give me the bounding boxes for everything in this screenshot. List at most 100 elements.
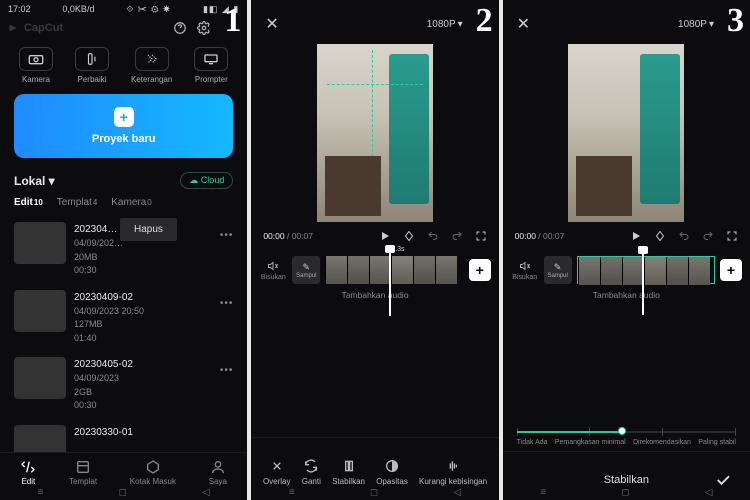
projects-header: Lokal ▾ ☁ Cloud bbox=[0, 172, 247, 197]
status-time: 17:02 bbox=[8, 4, 31, 15]
preview-area bbox=[503, 40, 750, 228]
clip-track[interactable] bbox=[577, 256, 715, 284]
clip-frame[interactable] bbox=[435, 256, 457, 284]
clip-frame[interactable] bbox=[369, 256, 391, 284]
video-preview[interactable] bbox=[317, 44, 433, 222]
local-label[interactable]: Lokal ▾ bbox=[14, 174, 55, 188]
editor-header: ✕ 1080P ▾ bbox=[251, 0, 498, 40]
redo-icon[interactable] bbox=[702, 230, 714, 242]
nav-edit[interactable]: Edit bbox=[20, 459, 36, 486]
more-icon[interactable]: ••• bbox=[220, 298, 234, 309]
slider-knob[interactable] bbox=[618, 427, 626, 435]
timeline: Bisukan ✎ Sampul 5.3s + Tambahkan audio bbox=[251, 250, 498, 316]
clip-frame[interactable] bbox=[666, 257, 688, 285]
more-icon[interactable]: ••• bbox=[220, 230, 234, 241]
tab-camera[interactable]: Kamera0 bbox=[111, 197, 151, 208]
android-nav: ≡◻◁ bbox=[503, 487, 750, 498]
keyframe-icon[interactable] bbox=[654, 230, 666, 242]
status-icons: ⟐ ✂ ⚙ ☀ bbox=[126, 4, 171, 15]
action-stabilize[interactable]: Stabilkan bbox=[332, 458, 365, 486]
tab-template[interactable]: Templat4 bbox=[57, 197, 97, 208]
clip-frame[interactable] bbox=[413, 256, 435, 284]
play-icon[interactable] bbox=[630, 230, 642, 242]
redo-icon[interactable] bbox=[451, 230, 463, 242]
tool-caption[interactable]: Keterangan bbox=[131, 47, 172, 84]
add-clip-button[interactable]: + bbox=[720, 259, 742, 281]
slider-labels: Tidak Ada Pemangkasan minimal Direkomend… bbox=[517, 439, 736, 446]
nav-inbox[interactable]: Kotak Masuk bbox=[130, 459, 176, 486]
time-display: 00:00 / 00:07 bbox=[263, 231, 313, 241]
help-icon[interactable] bbox=[173, 21, 187, 35]
cloud-button[interactable]: ☁ Cloud bbox=[180, 172, 233, 189]
tool-prompter[interactable]: Prompter bbox=[194, 47, 228, 84]
keyframe-icon[interactable] bbox=[403, 230, 415, 242]
clip-frame[interactable] bbox=[325, 256, 347, 284]
fullscreen-icon[interactable] bbox=[726, 230, 738, 242]
editor-screen: 2 ✕ 1080P ▾ 00:00 / 00:07 Bisukan ✎ Samp… bbox=[251, 0, 498, 500]
project-item[interactable]: 202304… 04/09/202… 20MB 00:30 Hapus ••• bbox=[10, 216, 237, 284]
action-denoise[interactable]: Kurangi kebisingan bbox=[419, 458, 487, 486]
time-display: 00:00 / 00:07 bbox=[515, 231, 565, 241]
fullscreen-icon[interactable] bbox=[475, 230, 487, 242]
clip-frame[interactable] bbox=[391, 256, 413, 284]
clip-frame[interactable] bbox=[347, 256, 369, 284]
guide-line bbox=[372, 50, 373, 216]
delete-popup[interactable]: Hapus bbox=[120, 218, 177, 241]
home-screen: 1 17:02 0,0KB/d ⟐ ✂ ⚙ ☀ ▮◧ ◢ ▮ CapCut Ka… bbox=[0, 0, 247, 500]
clip-frame[interactable] bbox=[644, 257, 666, 285]
more-icon[interactable]: ••• bbox=[220, 365, 234, 376]
android-nav: ≡◻◁ bbox=[251, 487, 498, 498]
resolution-dropdown[interactable]: 1080P ▾ bbox=[678, 19, 714, 30]
close-icon[interactable]: ✕ bbox=[517, 14, 530, 34]
mute-toggle[interactable]: Bisukan bbox=[511, 259, 539, 281]
action-overlay[interactable]: Overlay bbox=[263, 458, 291, 486]
cover-button[interactable]: ✎ Sampul bbox=[544, 256, 572, 284]
plus-icon: + bbox=[114, 107, 134, 127]
project-thumb bbox=[14, 222, 66, 264]
playback-controls: 00:00 / 00:07 bbox=[503, 228, 750, 250]
stabilize-slider[interactable] bbox=[517, 431, 736, 433]
add-audio-hint[interactable]: Tambahkan audio bbox=[259, 284, 490, 314]
nav-template[interactable]: Templat bbox=[69, 459, 97, 486]
playhead[interactable] bbox=[389, 250, 391, 316]
new-project-button[interactable]: + Proyek baru bbox=[14, 94, 233, 158]
project-tabs: Edit10 Templat4 Kamera0 bbox=[0, 197, 247, 216]
project-item[interactable]: 20230409-02 04/09/2023 20:50 127MB 01:40… bbox=[10, 284, 237, 352]
tool-row: Kamera Perbaiki Keterangan Prompter bbox=[0, 41, 247, 94]
clip-track[interactable]: 5.3s bbox=[325, 256, 463, 284]
resolution-dropdown[interactable]: 1080P ▾ bbox=[427, 19, 463, 30]
tool-camera[interactable]: Kamera bbox=[19, 47, 53, 84]
clip-frame[interactable] bbox=[578, 257, 600, 285]
project-thumb bbox=[14, 357, 66, 399]
timeline: Bisukan ✎ Sampul + Tambahkan audio bbox=[503, 250, 750, 316]
playback-controls: 00:00 / 00:07 bbox=[251, 228, 498, 250]
separator bbox=[503, 451, 750, 452]
add-audio-hint[interactable]: Tambahkan audio bbox=[511, 284, 742, 314]
clip-frame[interactable] bbox=[688, 257, 710, 285]
confirm-label: Stabilkan bbox=[604, 474, 649, 486]
tab-edit[interactable]: Edit10 bbox=[14, 197, 43, 208]
undo-icon[interactable] bbox=[427, 230, 439, 242]
settings-icon[interactable] bbox=[197, 21, 211, 35]
clip-frame[interactable] bbox=[622, 257, 644, 285]
editor-header: ✕ 1080P ▾ bbox=[503, 0, 750, 40]
status-bar: 17:02 0,0KB/d ⟐ ✂ ⚙ ☀ ▮◧ ◢ ▮ bbox=[0, 0, 247, 17]
playhead[interactable] bbox=[642, 251, 644, 315]
action-replace[interactable]: Ganti bbox=[302, 458, 321, 486]
guide-line bbox=[327, 84, 423, 85]
mute-toggle[interactable]: Bisukan bbox=[259, 259, 287, 281]
undo-icon[interactable] bbox=[678, 230, 690, 242]
project-item[interactable]: 20230405-02 04/09/2023 2GB 00:30 ••• bbox=[10, 351, 237, 419]
preview-area bbox=[251, 40, 498, 228]
clip-frame[interactable] bbox=[600, 257, 622, 285]
add-clip-button[interactable]: + bbox=[469, 259, 491, 281]
stabilize-screen: 3 ✕ 1080P ▾ 00:00 / 00:07 Bisukan ✎ Samp… bbox=[503, 0, 750, 500]
action-opacity[interactable]: Opasitas bbox=[376, 458, 408, 486]
play-icon[interactable] bbox=[379, 230, 391, 242]
step-number: 3 bbox=[727, 2, 744, 40]
cover-button[interactable]: ✎ Sampul bbox=[292, 256, 320, 284]
nav-me[interactable]: Saya bbox=[209, 459, 227, 486]
video-preview[interactable] bbox=[568, 44, 684, 222]
close-icon[interactable]: ✕ bbox=[265, 14, 278, 34]
tool-enhance[interactable]: Perbaiki bbox=[75, 47, 109, 84]
